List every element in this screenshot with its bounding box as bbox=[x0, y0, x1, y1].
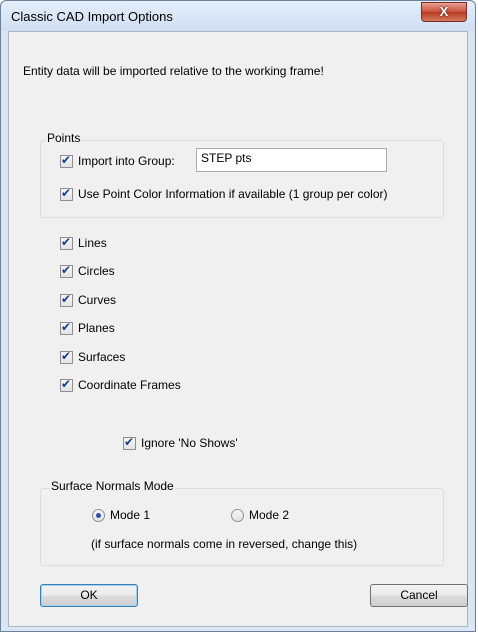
close-button[interactable]: X bbox=[421, 2, 467, 22]
lines-label: Lines bbox=[78, 236, 107, 250]
info-message: Entity data will be imported relative to… bbox=[23, 64, 324, 78]
surface-normals-groupbox bbox=[40, 488, 444, 566]
dialog-window: Classic CAD Import Options X Entity data… bbox=[0, 0, 476, 632]
curves-label: Curves bbox=[78, 293, 117, 307]
curves-checkbox[interactable] bbox=[60, 292, 73, 307]
use-point-color-label: Use Point Color Information if available… bbox=[78, 187, 388, 201]
mode2-radio[interactable] bbox=[231, 509, 244, 522]
import-into-group-label: Import into Group: bbox=[78, 154, 175, 168]
surfaces-label: Surfaces bbox=[78, 350, 126, 364]
import-into-group-checkbox[interactable] bbox=[60, 153, 73, 168]
coordinate-frames-checkbox[interactable] bbox=[60, 377, 73, 392]
surface-normals-hint: (if surface normals come in reversed, ch… bbox=[91, 537, 358, 551]
planes-checkbox[interactable] bbox=[60, 320, 73, 335]
circles-checkbox[interactable] bbox=[60, 263, 73, 278]
ok-button[interactable]: OK bbox=[40, 584, 138, 607]
lines-checkbox[interactable] bbox=[60, 235, 73, 250]
circles-label: Circles bbox=[78, 264, 115, 278]
coordinate-frames-label: Coordinate Frames bbox=[78, 378, 181, 392]
window-title: Classic CAD Import Options bbox=[11, 9, 173, 24]
mode2-label: Mode 2 bbox=[249, 508, 290, 522]
ignore-no-shows-checkbox[interactable] bbox=[123, 435, 136, 450]
surface-normals-legend: Surface Normals Mode bbox=[50, 479, 175, 493]
planes-label: Planes bbox=[78, 321, 115, 335]
surfaces-checkbox[interactable] bbox=[60, 349, 73, 364]
cancel-button[interactable]: Cancel bbox=[370, 584, 468, 607]
title-bar[interactable]: Classic CAD Import Options X bbox=[1, 1, 475, 31]
mode1-label: Mode 1 bbox=[110, 508, 151, 522]
points-group-legend: Points bbox=[46, 131, 82, 145]
ignore-no-shows-label: Ignore 'No Shows' bbox=[141, 436, 238, 450]
dialog-client-area: Entity data will be imported relative to… bbox=[8, 31, 468, 627]
mode1-radio[interactable] bbox=[92, 509, 105, 522]
use-point-color-checkbox[interactable] bbox=[60, 186, 73, 201]
group-name-input[interactable]: STEP pts bbox=[196, 148, 387, 172]
